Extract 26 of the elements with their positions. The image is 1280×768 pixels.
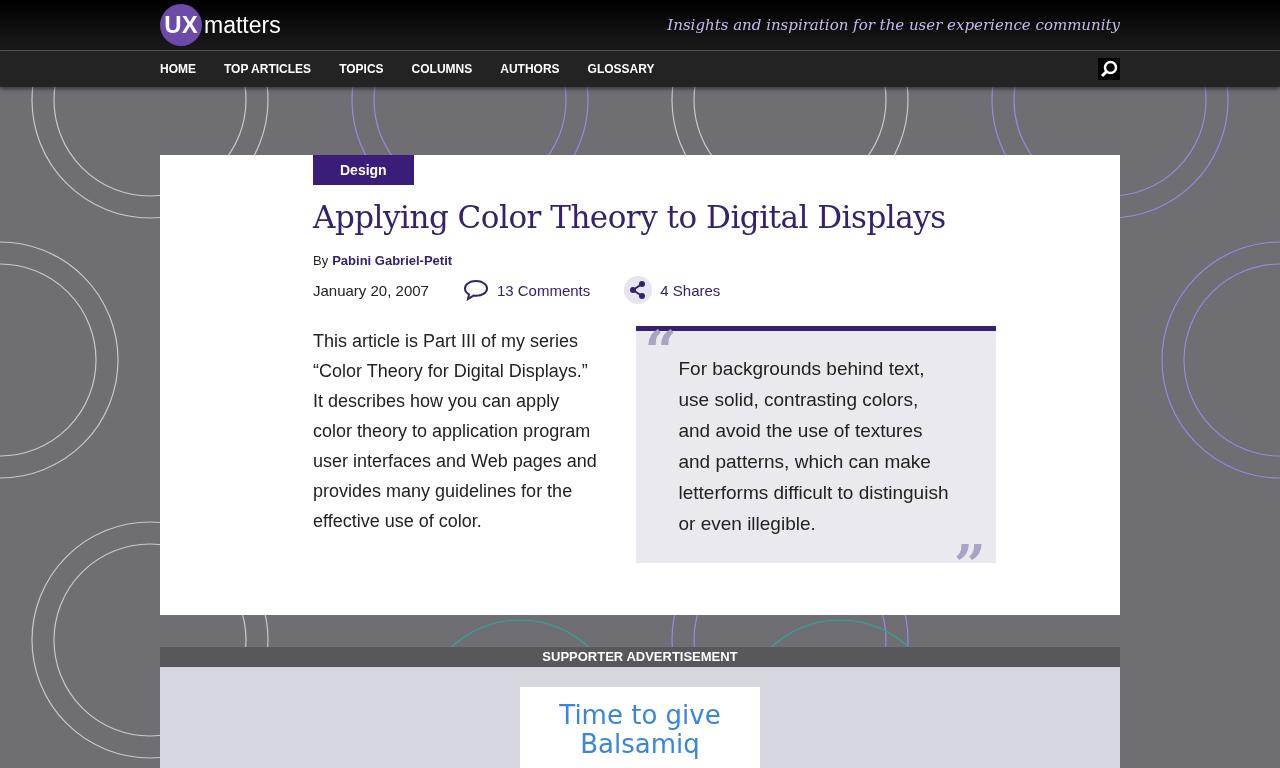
nav-link[interactable]: AUTHORS bbox=[500, 62, 560, 76]
intro-paragraph: This article is Part III of my series “Color Theory for Digital Displays.” It describes how you can apply color theory to application program user interfaces and Web pages and provides many guidelines for the effective use of color. bbox=[313, 330, 598, 533]
category-tag[interactable]: Design bbox=[313, 155, 414, 185]
nav-link[interactable]: TOPICS bbox=[339, 62, 384, 76]
close-quote-mark: ” bbox=[953, 537, 986, 593]
share-icon bbox=[624, 276, 653, 304]
speech-bubble-icon bbox=[462, 279, 489, 301]
tagline: Insights and inspiration for the user experience community bbox=[667, 16, 1120, 34]
shares-link[interactable]: 4 Shares bbox=[660, 281, 721, 299]
search-button[interactable] bbox=[1098, 58, 1120, 80]
logo-mark[interactable]: UX bbox=[160, 4, 202, 46]
quote-text: For backgrounds behind text, use solid, contrasting colors, and avoid the use of textures and patterns, which can make letterforms difficult to distinguish or even illegible. bbox=[678, 357, 950, 536]
author-link[interactable]: Pabini Gabriel-Petit bbox=[332, 253, 453, 268]
nav-link[interactable]: GLOSSARY bbox=[587, 62, 655, 76]
article-title: Applying Color Theory to Digital Displays bbox=[313, 199, 947, 235]
logo-wordmark[interactable]: matters bbox=[204, 11, 281, 39]
ad-card[interactable]: Time to give Balsamiq bbox=[520, 687, 760, 768]
nav-link[interactable]: COLUMNS bbox=[411, 62, 473, 76]
byline-label: By bbox=[313, 253, 329, 268]
nav-link[interactable]: HOME bbox=[160, 62, 196, 76]
open-quote-mark: “ bbox=[644, 323, 677, 379]
nav-link[interactable]: TOP ARTICLES bbox=[224, 62, 312, 76]
advertisement-label: SUPPORTER ADVERTISEMENT bbox=[160, 647, 1120, 667]
ad-headline: Time to give Balsamiq bbox=[558, 701, 722, 761]
comments-link[interactable]: 13 Comments bbox=[496, 281, 591, 299]
publish-date: January 20, 2007 bbox=[313, 281, 429, 299]
